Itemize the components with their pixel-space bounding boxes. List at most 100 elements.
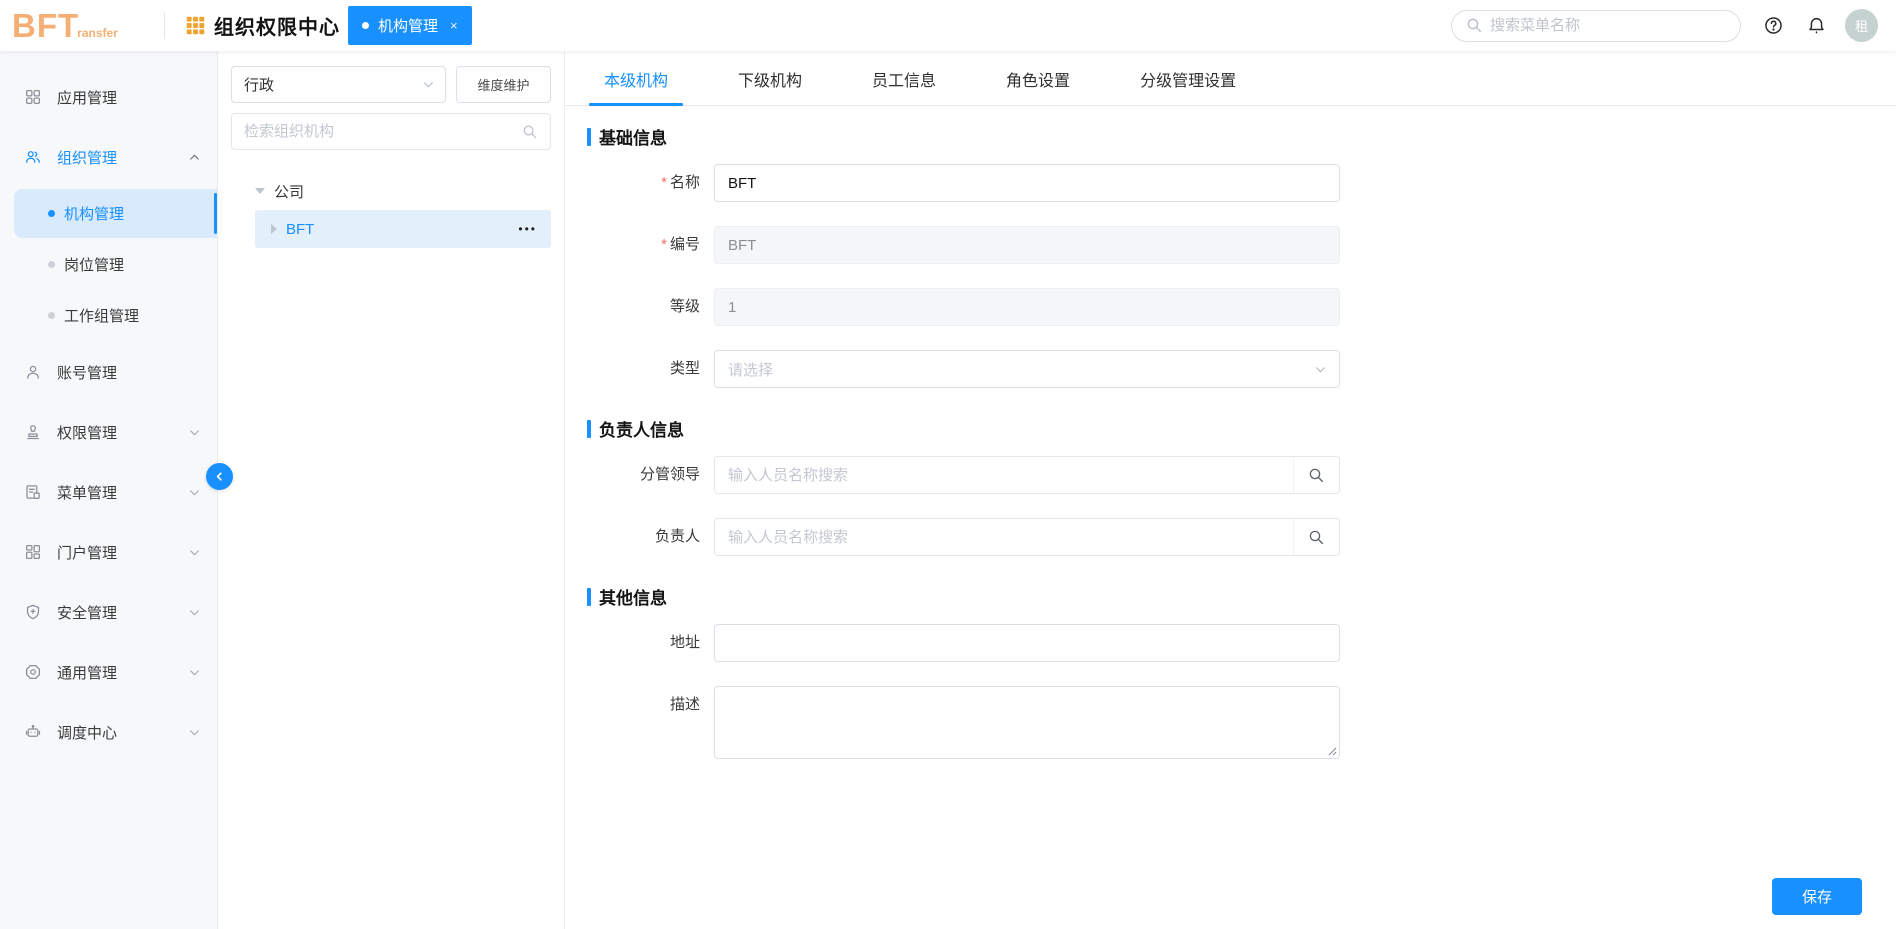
sidebar-item-menu-management[interactable]: 菜单管理 — [0, 462, 217, 522]
sidebar-nav: 应用管理 组织管理 机构管理 岗位管理 工作组管理 账号管理 权限管理 菜单管理… — [0, 51, 218, 929]
dot-icon — [48, 312, 55, 319]
app-header: BFT ransfer 组织权限中心 机构管理 × 搜索菜单名称 租 — [0, 0, 1896, 51]
field-label-code: * 编号 — [661, 236, 700, 253]
sidebar-item-label: 权限管理 — [57, 424, 118, 442]
field-label-type: 类型 — [669, 360, 700, 377]
level-input — [714, 288, 1340, 326]
manager-search-input[interactable] — [715, 519, 1293, 555]
menu-search[interactable] — [1451, 9, 1741, 42]
chevron-down-icon — [188, 606, 201, 619]
sidebar-item-app-management[interactable]: 应用管理 — [0, 67, 217, 127]
main-content: 本级机构 下级机构 员工信息 角色设置 分级管理设置 基础信息 *名称 *编号 — [565, 51, 1896, 929]
help-icon[interactable] — [1763, 15, 1784, 36]
type-select[interactable]: 请选择 — [714, 350, 1340, 388]
tab-current-org[interactable]: 本级机构 — [589, 67, 684, 106]
sidebar-item-label: 门户管理 — [57, 544, 118, 562]
chevron-down-icon — [188, 666, 201, 679]
chevron-down-icon — [188, 726, 201, 739]
portal-grid-icon — [24, 543, 42, 561]
document-icon — [24, 483, 42, 501]
sidebar-subitem-label: 机构管理 — [64, 206, 125, 223]
field-label-manager: 负责人 — [654, 528, 700, 545]
section-title: 其他信息 — [599, 589, 667, 608]
tab-role-settings[interactable]: 角色设置 — [991, 67, 1085, 105]
section-accent-bar — [587, 127, 591, 146]
chevron-down-icon — [422, 78, 435, 91]
address-input[interactable] — [714, 624, 1340, 662]
caret-right-icon[interactable] — [271, 224, 277, 234]
supervisor-search-field — [714, 456, 1340, 494]
chevron-down-icon — [188, 426, 201, 439]
org-tree-panel: 行政 维度维护 公司 BFT ••• — [218, 51, 565, 929]
sidebar-item-label: 账号管理 — [57, 364, 118, 382]
tab-tiered-management[interactable]: 分级管理设置 — [1125, 67, 1251, 105]
sidebar-item-label: 安全管理 — [57, 604, 118, 622]
org-tree-search[interactable] — [231, 113, 551, 150]
tab-close-icon[interactable]: × — [450, 18, 458, 33]
section-title: 基础信息 — [599, 129, 667, 148]
chevron-down-icon — [188, 486, 201, 499]
page-title: 组织权限中心 — [214, 17, 340, 39]
sidebar-item-dispatch-center[interactable]: 调度中心 — [0, 702, 217, 762]
description-textarea[interactable] — [714, 686, 1340, 759]
chevron-down-icon — [1314, 363, 1327, 376]
dimension-select-value: 行政 — [244, 77, 275, 94]
sidebar-item-label: 通用管理 — [57, 664, 118, 682]
tab-employee-info[interactable]: 员工信息 — [857, 67, 951, 105]
active-dot-icon — [48, 210, 55, 217]
save-button[interactable]: 保存 — [1772, 878, 1862, 915]
sidebar-item-account-management[interactable]: 账号管理 — [0, 342, 217, 402]
menu-search-input[interactable] — [1490, 17, 1726, 34]
open-tab-org-management[interactable]: 机构管理 × — [348, 6, 472, 45]
avatar-text: 租 — [1854, 19, 1868, 34]
required-mark: * — [661, 174, 667, 191]
org-tree-search-input[interactable] — [244, 123, 522, 140]
sidebar-item-label: 调度中心 — [57, 724, 118, 742]
sidebar-item-permission-management[interactable]: 权限管理 — [0, 402, 217, 462]
tree-node-label: BFT — [286, 220, 315, 238]
section-accent-bar — [587, 587, 591, 606]
sidebar-collapse-button[interactable] — [206, 463, 233, 490]
dimension-maintain-button[interactable]: 维度维护 — [456, 66, 551, 103]
app-logo: BFT ransfer — [12, 9, 160, 42]
chevron-left-icon — [213, 470, 226, 483]
chevron-down-icon — [188, 546, 201, 559]
caret-down-icon[interactable] — [255, 188, 265, 194]
more-actions-icon[interactable]: ••• — [518, 222, 537, 236]
sidebar-item-general-management[interactable]: 通用管理 — [0, 642, 217, 702]
manager-search-field — [714, 518, 1340, 556]
gear-icon — [24, 663, 42, 681]
logo-subtext: ransfer — [77, 26, 118, 40]
user-avatar[interactable]: 租 — [1845, 9, 1878, 42]
shield-plus-icon — [24, 603, 42, 621]
sidebar-subitem-post-management[interactable]: 岗位管理 — [0, 240, 217, 289]
search-icon — [522, 124, 538, 140]
logo-text: BFT — [12, 7, 80, 44]
name-input[interactable] — [714, 164, 1340, 202]
grid-icon — [24, 88, 42, 106]
resize-handle[interactable] — [1328, 747, 1337, 756]
tab-sub-org[interactable]: 下级机构 — [723, 67, 817, 105]
search-icon[interactable] — [1293, 519, 1339, 555]
supervisor-search-input[interactable] — [715, 457, 1293, 493]
robot-icon — [24, 723, 42, 741]
sidebar-item-portal-management[interactable]: 门户管理 — [0, 522, 217, 582]
section-other-info: 其他信息 地址 描述 — [587, 584, 1896, 759]
field-label-level: 等级 — [669, 298, 700, 315]
sidebar-subitem-institution-management[interactable]: 机构管理 — [14, 189, 217, 238]
section-title: 负责人信息 — [599, 421, 684, 440]
sidebar-item-org-management[interactable]: 组织管理 — [0, 127, 217, 187]
org-form: 基础信息 *名称 *编号 等级 类型 请选择 — [565, 106, 1896, 759]
tree-node-company[interactable]: 公司 — [231, 172, 551, 210]
search-icon[interactable] — [1293, 457, 1339, 493]
dimension-select[interactable]: 行政 — [231, 66, 446, 103]
notification-bell-icon[interactable] — [1806, 15, 1827, 36]
field-label-supervisor: 分管领导 — [639, 466, 700, 483]
required-mark: * — [661, 236, 667, 253]
tree-node-bft[interactable]: BFT ••• — [255, 210, 551, 248]
tab-active-dot — [362, 22, 369, 29]
field-label-name: * 名称 — [661, 174, 700, 191]
sidebar-subitem-workgroup-management[interactable]: 工作组管理 — [0, 291, 217, 340]
sidebar-item-security-management[interactable]: 安全管理 — [0, 582, 217, 642]
section-accent-bar — [587, 419, 591, 438]
